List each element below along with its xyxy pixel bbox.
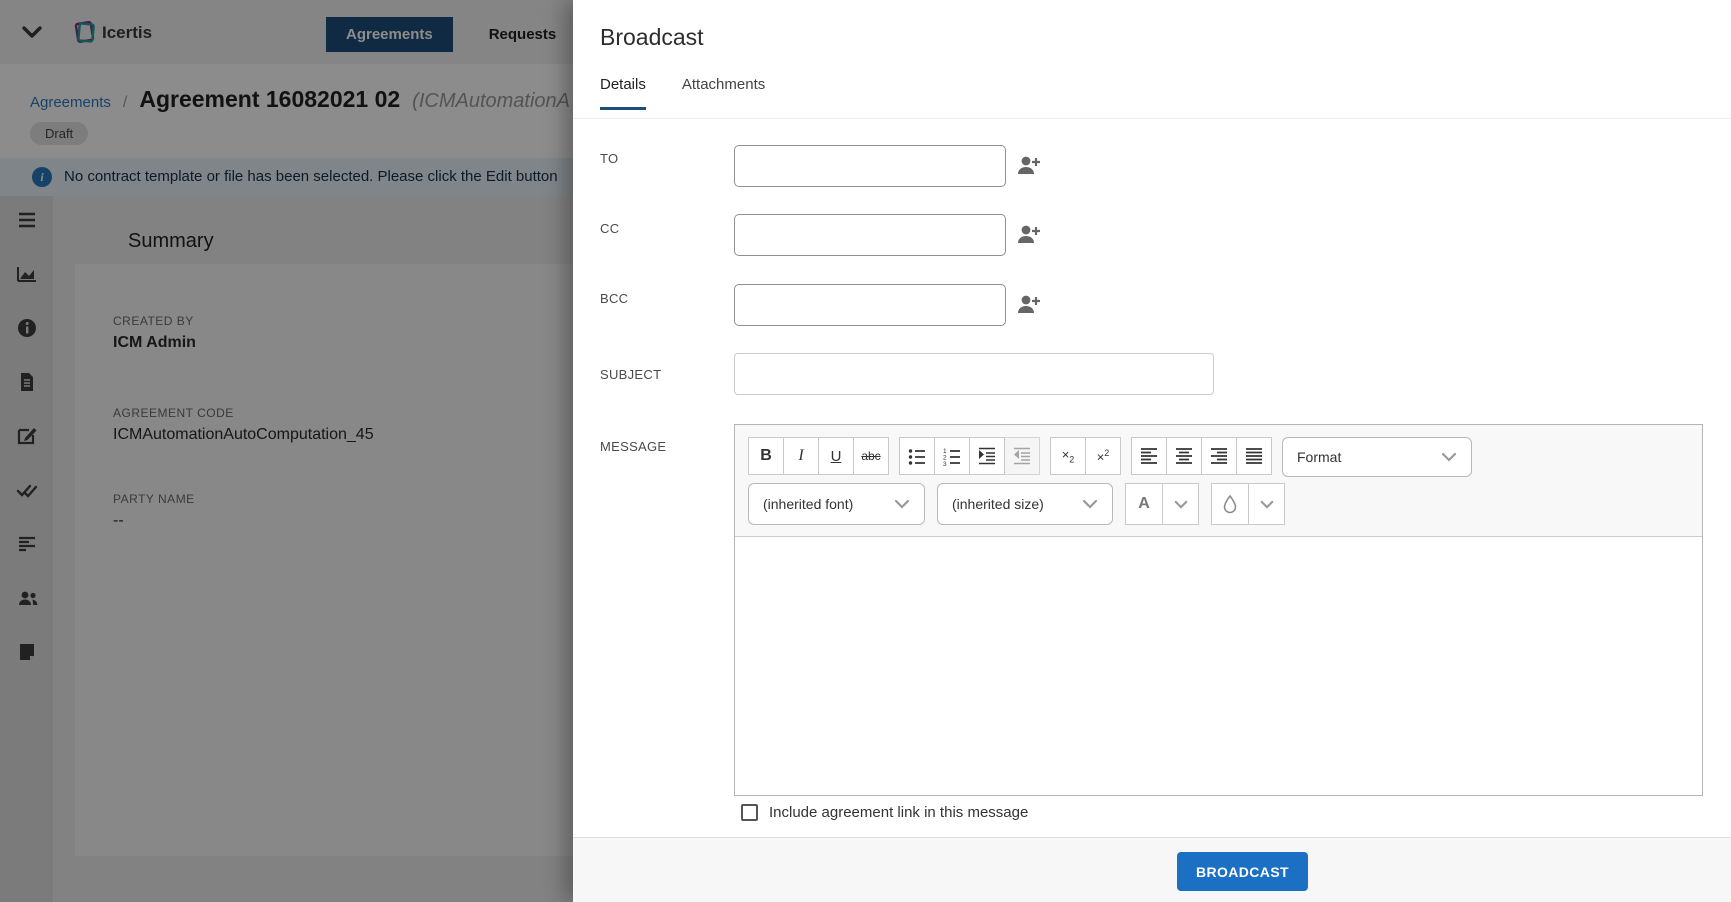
chevron-down-icon: [1082, 499, 1098, 509]
include-link-label: Include agreement link in this message: [769, 804, 1028, 821]
cc-label: CC: [600, 221, 619, 236]
numbered-list-icon[interactable]: 123: [934, 437, 970, 475]
editor-toolbar: B I U abc 123: [735, 425, 1702, 537]
align-right-icon[interactable]: [1201, 437, 1237, 475]
align-group: [1131, 437, 1272, 475]
add-recipient-to-icon[interactable]: [1014, 153, 1042, 179]
to-label: TO: [600, 151, 618, 166]
tab-details[interactable]: Details: [600, 76, 646, 110]
font-dropdown-label: (inherited font): [763, 496, 853, 512]
italic-button[interactable]: I: [783, 437, 819, 475]
justify-icon[interactable]: [1236, 437, 1272, 475]
chevron-down-icon: [1441, 452, 1457, 462]
align-center-icon[interactable]: [1166, 437, 1202, 475]
text-color-group: A: [1125, 483, 1199, 525]
format-dropdown-label: Format: [1297, 449, 1341, 465]
include-link-checkbox[interactable]: [741, 804, 758, 821]
bcc-input[interactable]: [734, 284, 1006, 326]
cc-input[interactable]: [734, 214, 1006, 256]
text-color-button[interactable]: A: [1125, 483, 1163, 525]
toolbar-row-1: B I U abc 123: [748, 437, 1702, 477]
indent-icon[interactable]: [969, 437, 1005, 475]
superscript-button[interactable]: ×2: [1085, 437, 1121, 475]
include-link-row: Include agreement link in this message: [741, 804, 1028, 821]
subscript-button[interactable]: ×2: [1050, 437, 1086, 475]
tabs-divider: [573, 118, 1731, 119]
superscript-glyph: ×2: [1097, 448, 1110, 464]
align-left-icon[interactable]: [1131, 437, 1167, 475]
size-dropdown-label: (inherited size): [952, 496, 1044, 512]
tab-attachments[interactable]: Attachments: [682, 76, 765, 110]
subscript-glyph: ×2: [1062, 447, 1075, 465]
background-color-droplet-icon[interactable]: [1211, 483, 1249, 525]
bold-button[interactable]: B: [748, 437, 784, 475]
page: Icertis Agreements Requests A Agreements…: [0, 0, 1731, 902]
text-color-chevron-icon[interactable]: [1162, 483, 1199, 525]
add-recipient-cc-icon[interactable]: [1014, 222, 1042, 248]
message-label: MESSAGE: [600, 439, 666, 454]
chevron-down-icon: [894, 499, 910, 509]
rich-text-editor: B I U abc 123: [734, 424, 1703, 796]
svg-text:3: 3: [943, 461, 947, 466]
add-recipient-bcc-icon[interactable]: [1014, 292, 1042, 318]
script-group: ×2 ×2: [1050, 437, 1121, 475]
subject-label: SUBJECT: [600, 367, 661, 382]
panel-title: Broadcast: [600, 24, 704, 51]
to-input[interactable]: [734, 145, 1006, 187]
size-dropdown[interactable]: (inherited size): [937, 483, 1113, 525]
list-indent-group: 123: [899, 437, 1040, 475]
panel-footer: BROADCAST: [573, 837, 1731, 902]
font-dropdown[interactable]: (inherited font): [748, 483, 925, 525]
background-color-chevron-icon[interactable]: [1248, 483, 1285, 525]
outdent-icon[interactable]: [1004, 437, 1040, 475]
bcc-label: BCC: [600, 291, 628, 306]
underline-button[interactable]: U: [818, 437, 854, 475]
format-dropdown[interactable]: Format: [1282, 437, 1472, 477]
toolbar-row-2: (inherited font) (inherited size) A: [748, 483, 1702, 525]
strikethrough-button[interactable]: abc: [853, 437, 889, 475]
background-color-group: [1211, 483, 1285, 525]
broadcast-panel: Broadcast Details Attachments TO CC BCC …: [573, 0, 1731, 902]
broadcast-button[interactable]: BROADCAST: [1177, 852, 1308, 891]
text-style-group: B I U abc: [748, 437, 889, 475]
subject-input[interactable]: [734, 353, 1214, 395]
panel-tabs: Details Attachments: [600, 76, 765, 110]
message-body-input[interactable]: [735, 537, 1702, 795]
bullet-list-icon[interactable]: [899, 437, 935, 475]
